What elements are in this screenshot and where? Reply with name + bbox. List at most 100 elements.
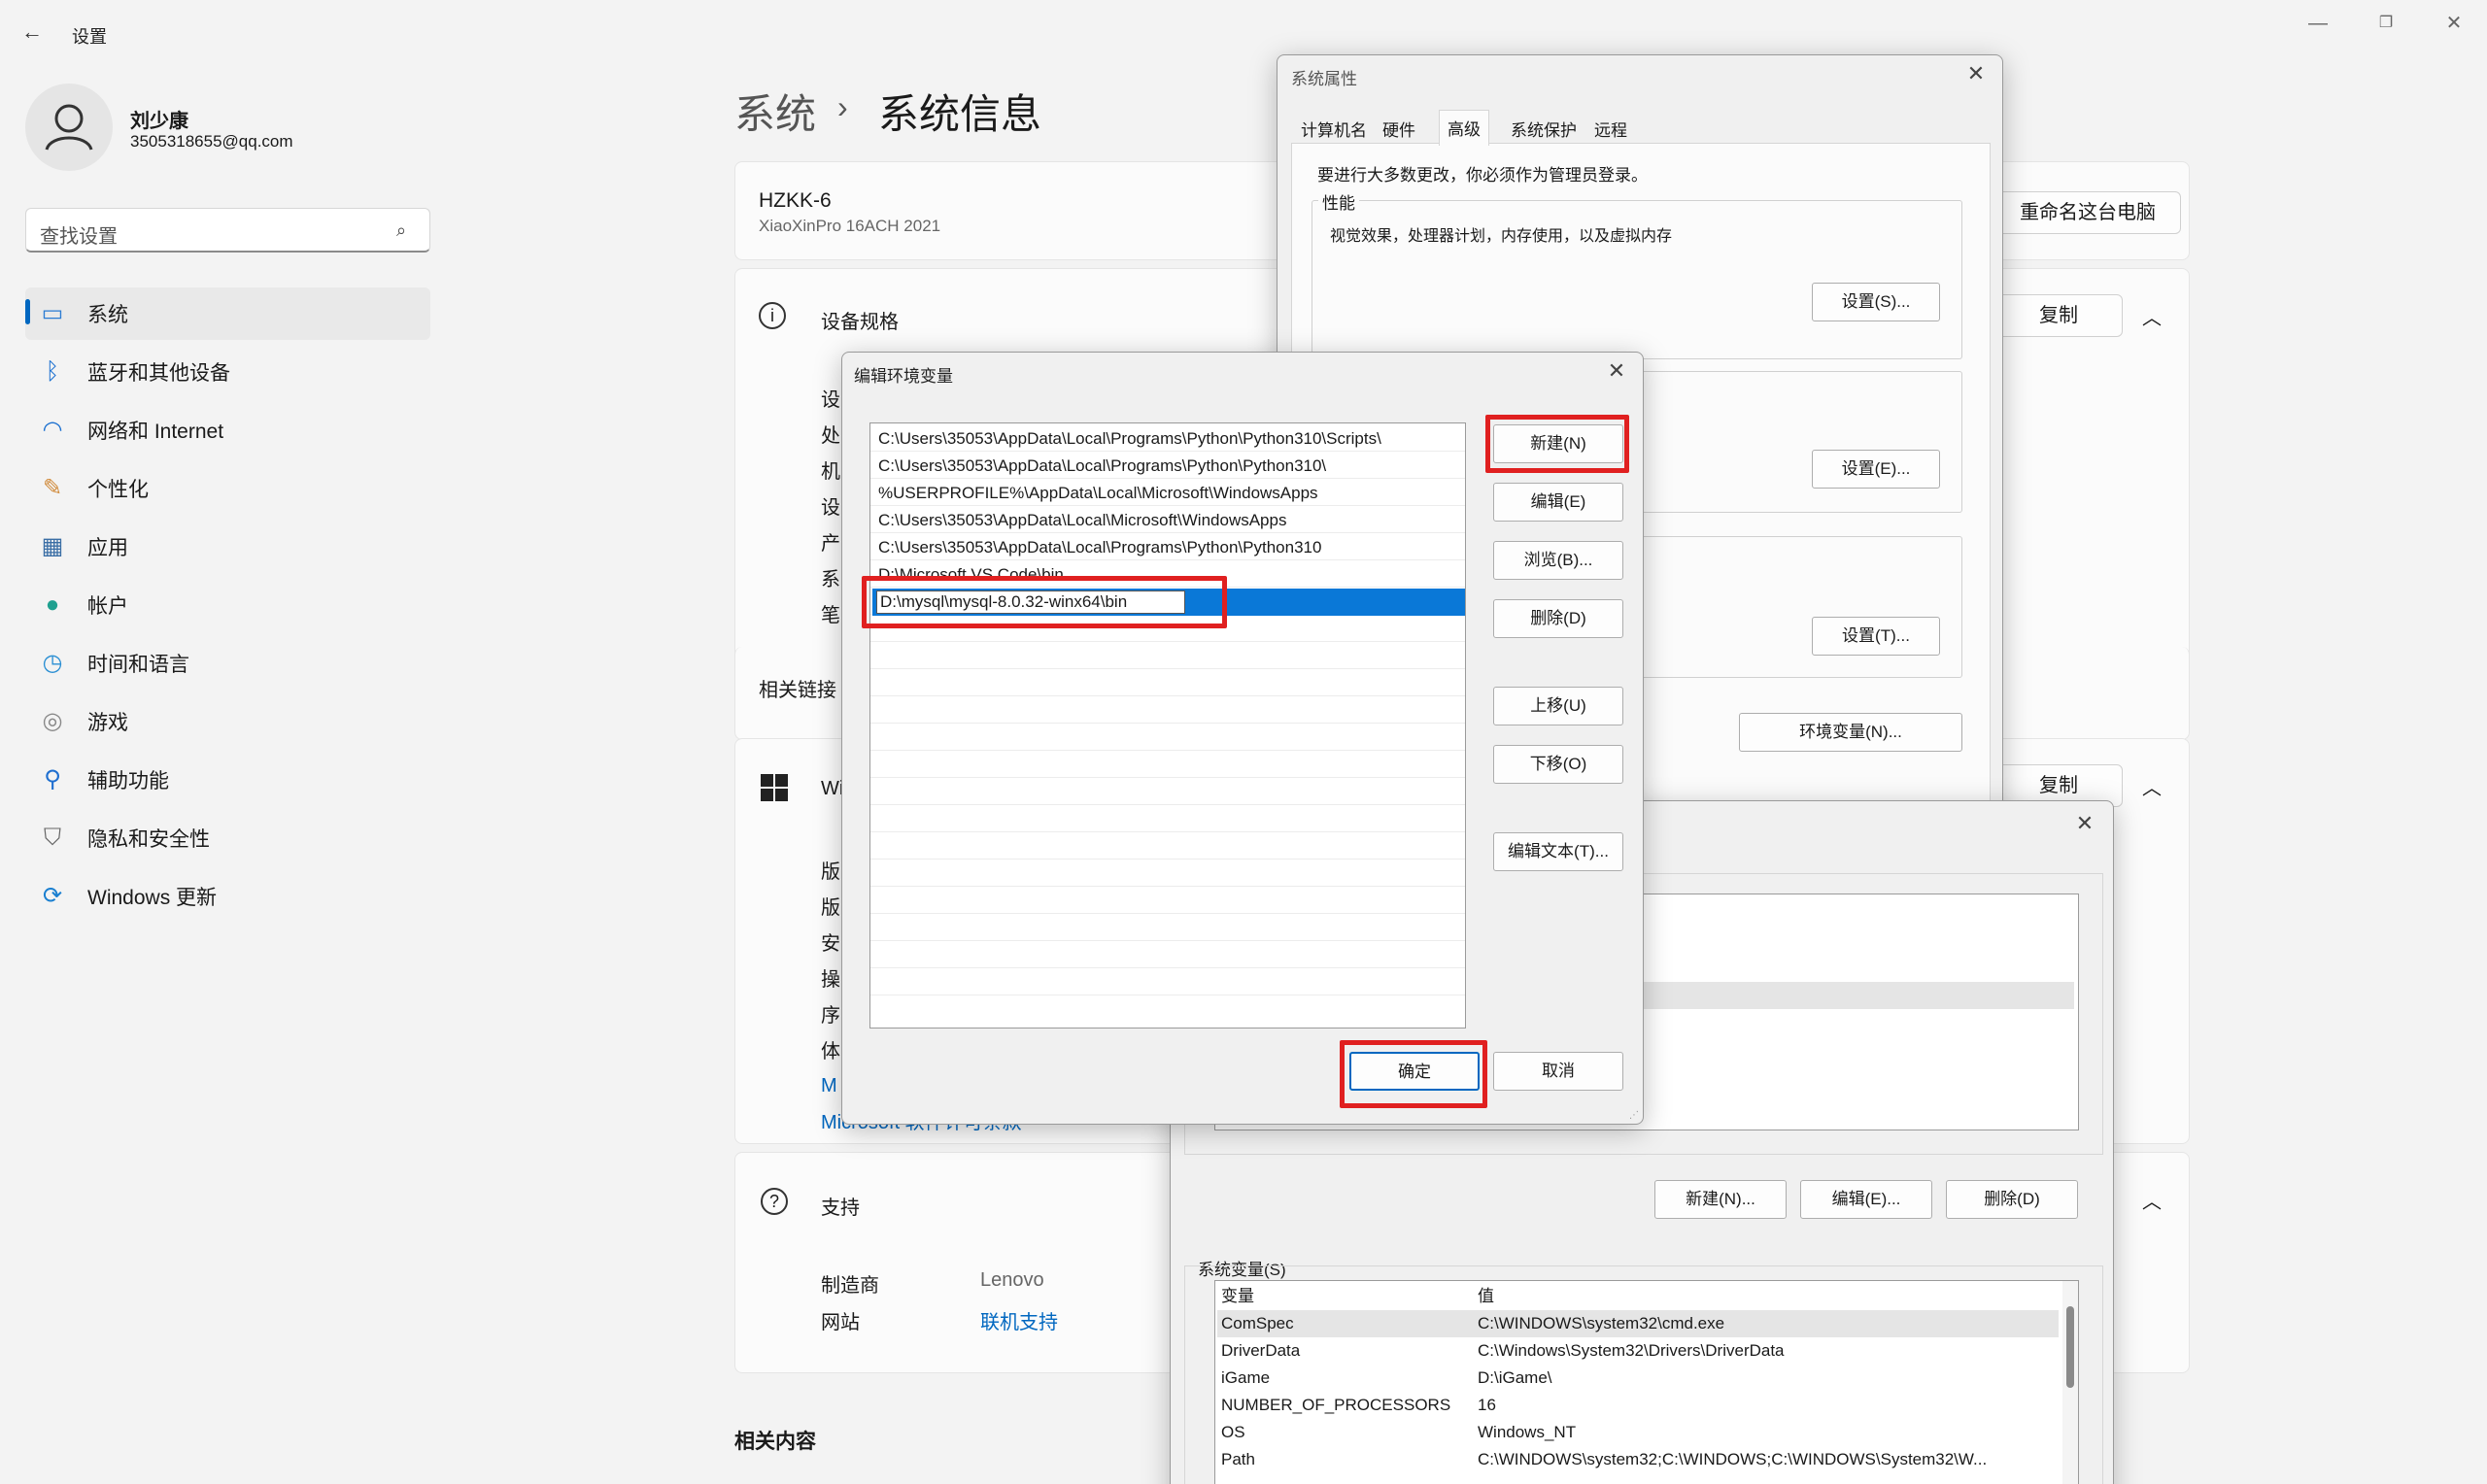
chevron-up-icon[interactable]: ︿ xyxy=(2142,302,2162,330)
sidebar-item[interactable]: ⚲ 辅助功能 xyxy=(25,754,430,806)
copy-specs-button[interactable]: 复制 xyxy=(1994,294,2123,337)
sidebar-item[interactable]: ● 帐户 xyxy=(25,579,430,631)
system-variable-row[interactable]: Path C:\WINDOWS\system32;C:\WINDOWS;C:\WI… xyxy=(1217,1446,2059,1473)
sidebar-item[interactable]: ◷ 时间和语言 xyxy=(25,637,430,690)
chevron-up-icon[interactable]: ︿ xyxy=(2142,772,2162,800)
system-variable-row[interactable]: NUMBER_OF_PROCESSORS 16 xyxy=(1217,1392,2059,1419)
spec-label: 笔 xyxy=(821,605,840,626)
support-link[interactable]: 联机支持 xyxy=(980,1306,1058,1334)
system-variables-list[interactable]: 变量 值 ComSpec C:\WINDOWS\system32\cmd.exe D… xyxy=(1214,1280,2079,1484)
user-email: 3505318655@qq.com xyxy=(130,132,293,151)
tab-1[interactable]: 硬件 xyxy=(1379,114,1419,144)
maximize-icon[interactable]: ❐ xyxy=(2367,10,2405,37)
close-icon[interactable]: ✕ xyxy=(1602,356,1631,386)
spec-label: 系 xyxy=(821,569,840,590)
spec-label: 处 xyxy=(821,425,840,447)
sidebar-item-label: 游戏 xyxy=(87,712,128,734)
cancel-button[interactable]: 取消 xyxy=(1493,1052,1623,1091)
startup-settings-button[interactable]: 设置(T)... xyxy=(1812,617,1940,656)
sidebar-item-label: Windows 更新 xyxy=(87,887,218,909)
tab-0[interactable]: 计算机名 xyxy=(1297,114,1371,144)
resize-grip-icon[interactable]: ⋰ xyxy=(1629,1110,1639,1121)
spec-label: 产 xyxy=(821,533,840,555)
system-variable-row[interactable]: OS Windows_NT xyxy=(1217,1419,2059,1446)
search-icon[interactable]: ⌕ xyxy=(396,220,416,240)
shield-icon: ⛉ xyxy=(44,825,61,851)
performance-settings-button[interactable]: 设置(S)... xyxy=(1812,283,1940,321)
path-entry-row[interactable]: C:\Users\35053\AppData\Local\Programs\Py… xyxy=(874,453,1461,480)
scrollbar-thumb[interactable] xyxy=(2066,1306,2074,1388)
tab-2[interactable]: 高级 xyxy=(1439,110,1489,146)
search-input[interactable]: 查找设置 ⌕ xyxy=(25,208,430,253)
rename-pc-button[interactable]: 重命名这台电脑 xyxy=(1994,191,2181,234)
variable-name: ComSpec xyxy=(1221,1314,1294,1332)
system-variable-row[interactable]: DriverData C:\Windows\System32\Drivers\Dr… xyxy=(1217,1337,2059,1365)
close-icon[interactable]: ✕ xyxy=(2070,809,2099,838)
system-variable-row[interactable]: iGame D:\iGame\ xyxy=(1217,1365,2059,1392)
row-divider xyxy=(870,451,1465,452)
row-divider xyxy=(870,913,1465,914)
path-entries-list[interactable]: C:\Users\35053\AppData\Local\Programs\Py… xyxy=(869,422,1466,1029)
sidebar-item[interactable]: ▭ 系统 xyxy=(25,287,430,340)
move-up-button[interactable]: 上移(U) xyxy=(1493,687,1623,725)
user-new-button[interactable]: 新建(N)... xyxy=(1654,1180,1787,1219)
bluetooth-icon: ᛒ xyxy=(45,358,60,385)
sidebar-item[interactable]: ✎ 个性化 xyxy=(25,462,430,515)
sidebar-item-label: 个性化 xyxy=(87,479,149,501)
profiles-settings-button[interactable]: 设置(E)... xyxy=(1812,450,1940,489)
path-entry-row[interactable]: %USERPROFILE%\AppData\Local\Microsoft\Wi… xyxy=(874,480,1461,507)
sidebar-item[interactable]: ◎ 游戏 xyxy=(25,695,430,748)
close-icon[interactable]: ✕ xyxy=(2435,10,2473,37)
row-divider xyxy=(870,940,1465,941)
tab-4[interactable]: 远程 xyxy=(1590,114,1631,144)
sidebar-item[interactable]: ᛒ 蓝牙和其他设备 xyxy=(25,346,430,398)
sidebar-item[interactable]: ⟳ Windows 更新 xyxy=(25,870,430,923)
back-arrow-icon[interactable]: ← xyxy=(21,19,47,45)
website-label: 网站 xyxy=(821,1312,860,1333)
user-name: 刘少康 xyxy=(130,111,188,132)
globe-clock-icon: ◷ xyxy=(42,650,63,676)
sidebar-item[interactable]: ▦ 应用 xyxy=(25,521,430,573)
variable-value: Windows_NT xyxy=(1478,1423,1577,1441)
chevron-up-icon[interactable]: ︿ xyxy=(2142,1186,2162,1214)
new-entry-button[interactable]: 新建(N) xyxy=(1493,424,1623,463)
scrollbar[interactable] xyxy=(2062,1281,2078,1484)
close-icon[interactable]: ✕ xyxy=(1961,59,1991,88)
column-header-value[interactable]: 值 xyxy=(1478,1283,1494,1310)
specs-title: 设备规格 xyxy=(821,312,899,333)
windows-logo-icon xyxy=(761,774,788,801)
ms-services-link[interactable]: M xyxy=(821,1075,837,1097)
user-delete-button[interactable]: 删除(D) xyxy=(1946,1180,2078,1219)
breadcrumb-parent[interactable]: 系统 xyxy=(734,82,816,141)
row-divider xyxy=(870,967,1465,968)
tab-3[interactable]: 系统保护 xyxy=(1507,114,1581,144)
window-title: 设置 xyxy=(72,27,107,47)
column-header-variable[interactable]: 变量 xyxy=(1221,1283,1254,1310)
move-down-button[interactable]: 下移(O) xyxy=(1493,745,1623,784)
path-entry-row[interactable]: C:\Users\35053\AppData\Local\Programs\Py… xyxy=(874,425,1461,453)
sidebar-item[interactable]: ⛉ 隐私和安全性 xyxy=(25,812,430,864)
performance-title: 性能 xyxy=(1318,189,1359,214)
user-edit-button[interactable]: 编辑(E)... xyxy=(1800,1180,1932,1219)
path-entry-row[interactable]: C:\Users\35053\AppData\Local\Microsoft\W… xyxy=(874,507,1461,534)
accessibility-icon: ⚲ xyxy=(44,766,61,793)
avatar[interactable] xyxy=(25,84,113,171)
system-variable-row[interactable]: ComSpec C:\WINDOWS\system32\cmd.exe xyxy=(1217,1310,2059,1337)
system-variables-group: 变量 值 ComSpec C:\WINDOWS\system32\cmd.exe D… xyxy=(1184,1265,2103,1484)
environment-variables-button[interactable]: 环境变量(N)... xyxy=(1739,713,1962,752)
sidebar-item-label: 蓝牙和其他设备 xyxy=(87,362,230,385)
minimize-icon[interactable]: — xyxy=(2299,10,2337,37)
edit-entry-button[interactable]: 编辑(E) xyxy=(1493,483,1623,522)
edit-text-button[interactable]: 编辑文本(T)... xyxy=(1493,832,1623,871)
ok-button[interactable]: 确定 xyxy=(1349,1052,1480,1091)
browse-button[interactable]: 浏览(B)... xyxy=(1493,541,1623,580)
sidebar-item[interactable]: ◠ 网络和 Internet xyxy=(25,404,430,456)
variable-name: Path xyxy=(1221,1450,1255,1468)
row-divider xyxy=(870,505,1465,506)
row-divider xyxy=(870,559,1465,560)
highlight-editing-entry xyxy=(862,576,1227,628)
delete-entry-button[interactable]: 删除(D) xyxy=(1493,599,1623,638)
brush-icon: ✎ xyxy=(42,475,63,501)
path-entry-row[interactable]: C:\Users\35053\AppData\Local\Programs\Py… xyxy=(874,534,1461,561)
help-icon: ? xyxy=(761,1188,788,1215)
